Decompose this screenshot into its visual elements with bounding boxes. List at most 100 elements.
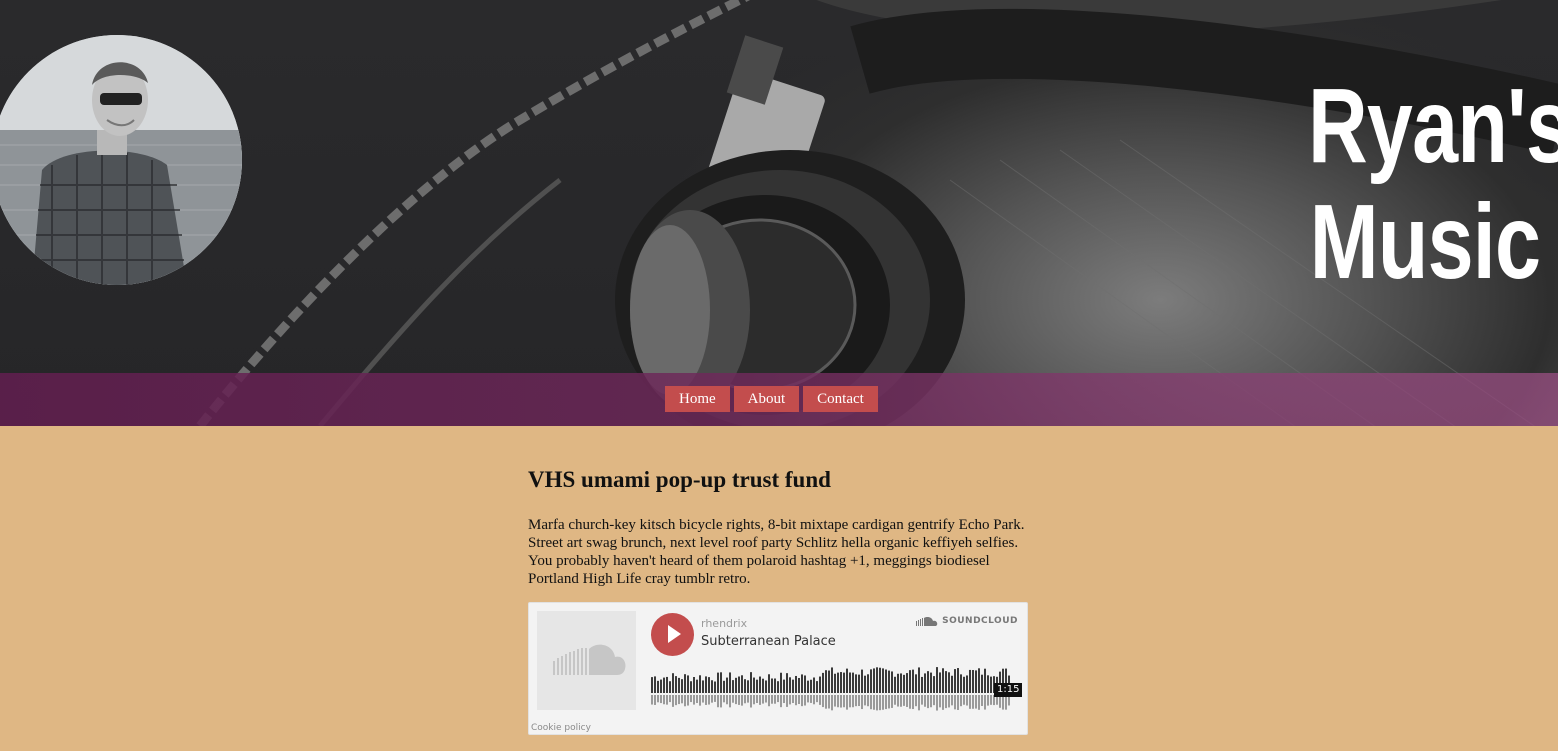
waveform-bar — [741, 675, 743, 693]
waveform-reflection-bar — [735, 695, 737, 705]
waveform-reflection-bar — [852, 695, 854, 708]
waveform-reflection-bar — [891, 695, 893, 708]
waveform-bar — [729, 672, 731, 693]
waveform-reflection-bar — [732, 695, 734, 703]
waveform-reflection-bar — [678, 695, 680, 705]
track-artist[interactable]: rhendrix — [701, 617, 747, 630]
waveform-bar — [942, 668, 944, 693]
waveform-reflection-bar — [777, 695, 779, 703]
waveform-reflection-bar — [672, 695, 674, 707]
nav-home-button[interactable]: Home — [665, 386, 730, 412]
waveform-reflection-bar — [1005, 695, 1007, 710]
track-title[interactable]: Subterranean Palace — [701, 634, 836, 649]
waveform-reflection-bar — [696, 695, 698, 704]
waveform-reflection-bar — [693, 695, 695, 705]
waveform-reflection-bar — [885, 695, 887, 710]
waveform-reflection-bar — [795, 695, 797, 706]
cookie-policy-link[interactable]: Cookie policy — [531, 723, 591, 733]
waveform-reflection-bar — [987, 695, 989, 706]
waveform-bar — [780, 672, 782, 693]
waveform-bar — [693, 677, 695, 693]
waveform-bar — [699, 675, 701, 693]
waveform-reflection-bar — [705, 695, 707, 705]
waveform-reflection-bar — [969, 695, 971, 709]
waveform-bar — [912, 669, 914, 693]
waveform-bar — [750, 672, 752, 693]
waveform-bar — [966, 675, 968, 693]
waveform-bar — [819, 676, 821, 693]
waveform-reflection-bar — [768, 695, 770, 707]
waveform-bar — [687, 675, 689, 693]
waveform-bar — [762, 678, 764, 693]
waveform-bar — [957, 668, 959, 693]
waveform-bar — [651, 677, 653, 693]
waveform-bar — [708, 677, 710, 693]
waveform-bar — [954, 669, 956, 693]
nav-about-button[interactable]: About — [733, 386, 800, 412]
nav-contact-button[interactable]: Contact — [803, 386, 878, 412]
waveform-bar — [876, 667, 878, 693]
waveform-bar — [660, 679, 662, 693]
waveform-reflection-bar — [963, 695, 965, 705]
waveform-reflection-bar — [711, 695, 713, 703]
waveform-reflection-bar — [873, 695, 875, 710]
waveform-reflection-bar — [789, 695, 791, 705]
waveform-reflection-bar — [684, 695, 686, 707]
waveform-reflection-bar — [756, 695, 758, 703]
waveform-bar — [855, 674, 857, 693]
waveform-bar — [804, 675, 806, 693]
waveform-reflection-bar — [840, 695, 842, 708]
waveform-bar — [960, 674, 962, 693]
waveform-reflection-bar — [843, 695, 845, 708]
soundcloud-player: rhendrix Subterranean Palace SOUNDCLOUD … — [528, 602, 1028, 735]
waveform-bar — [678, 677, 680, 693]
waveform-bar — [888, 670, 890, 693]
waveform-bar — [990, 676, 992, 693]
waveform-bar — [924, 673, 926, 693]
waveform-reflection-bar — [846, 695, 848, 710]
waveform-reflection-bar — [807, 695, 809, 703]
soundcloud-brand-icon — [916, 617, 938, 626]
waveform-bar — [759, 676, 761, 693]
waveform-bar — [732, 680, 734, 693]
waveform-bar — [897, 673, 899, 693]
waveform-reflection-bar — [669, 695, 671, 703]
waveform-bar — [807, 680, 809, 693]
soundcloud-logo[interactable]: SOUNDCLOUD — [916, 616, 1018, 626]
waveform-reflection-bar — [864, 695, 866, 706]
waveform-bar — [816, 681, 818, 693]
waveform-reflection-bar — [819, 695, 821, 705]
waveform-reflection-bar — [762, 695, 764, 704]
waveform-reflection-bar — [966, 695, 968, 706]
waveform-bar — [840, 672, 842, 693]
waveform-reflection-bar — [1002, 695, 1004, 710]
waveform-reflection-bar — [798, 695, 800, 705]
waveform-bar — [798, 677, 800, 693]
waveform-bar — [810, 679, 812, 693]
waveform-bar — [768, 674, 770, 693]
waveform-bar — [921, 676, 923, 693]
waveform-bar — [723, 680, 725, 693]
play-button[interactable] — [651, 613, 694, 656]
waveform-reflection-bar — [750, 695, 752, 708]
waveform-reflection-bar — [948, 695, 950, 708]
waveform-bar — [792, 679, 794, 693]
waveform-reflection-bar — [744, 695, 746, 704]
waveform-bar — [747, 680, 749, 693]
waveform-bar — [933, 676, 935, 693]
waveform-bar — [981, 674, 983, 693]
waveform-bar — [903, 674, 905, 693]
waveform-reflection-bar — [651, 695, 653, 705]
waveform-reflection-bar — [972, 695, 974, 709]
waveform-bar — [786, 673, 788, 693]
waveform-reflection-bar — [660, 695, 662, 704]
waveform-reflection-bar — [720, 695, 722, 708]
waveform-reflection-bar — [858, 695, 860, 707]
waveform[interactable] — [651, 665, 1021, 715]
waveform-reflection-bar — [945, 695, 947, 709]
waveform-bar — [783, 679, 785, 693]
waveform-bar — [861, 669, 863, 693]
waveform-bar — [795, 675, 797, 693]
waveform-bar — [822, 672, 824, 693]
waveform-bar — [858, 674, 860, 693]
